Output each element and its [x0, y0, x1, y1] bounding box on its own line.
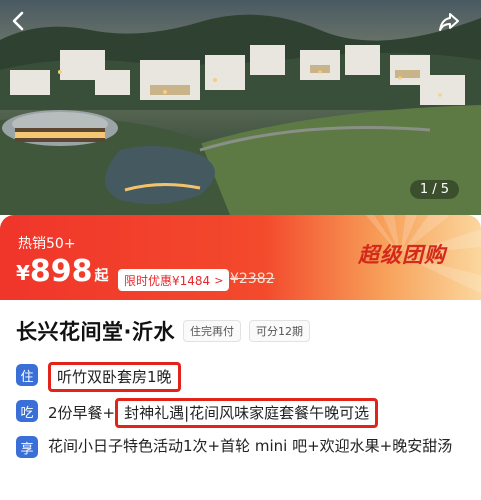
price: ¥ 898 起: [16, 255, 109, 289]
discount-button[interactable]: 限时优惠¥1484 >: [118, 269, 230, 291]
chevron-left-icon: [12, 11, 24, 31]
hotel-photo-carousel[interactable]: 1 / 5: [0, 0, 481, 215]
price-currency: ¥: [16, 261, 30, 285]
tag-pay-after-stay[interactable]: 住完再付: [182, 320, 241, 342]
chevron-right-icon: >: [214, 273, 224, 287]
back-button[interactable]: [8, 10, 44, 46]
share-button[interactable]: [437, 10, 473, 46]
hotel-aerial-photo: [0, 14, 481, 215]
price-unit: 起: [94, 268, 109, 284]
dining-badge: 吃: [16, 400, 38, 422]
dining-breakfast: 2份早餐+: [48, 404, 116, 422]
stay-badge: 住: [16, 364, 38, 386]
dining-package: 封神礼遇|花间风味家庭套餐午晚可选: [115, 398, 379, 428]
list-item-perks: 享 花间小日子特色活动1次+首轮 mini 吧+欢迎水果+晚安甜汤: [16, 434, 466, 458]
perks-description: 花间小日子特色活动1次+首轮 mini 吧+欢迎水果+晚安甜汤: [48, 437, 453, 455]
tag-installments[interactable]: 可分12期: [248, 320, 310, 342]
list-item-stay: 住 听竹双卧套房1晚: [16, 362, 181, 392]
product-details: 长兴花间堂·沂水 住完再付 可分12期 住 听竹双卧套房1晚 吃 2份早餐+ 封神…: [0, 300, 481, 500]
original-price: ¥2382: [230, 271, 275, 287]
price-value: 898: [29, 254, 93, 289]
hotel-title: 长兴花间堂·沂水: [16, 320, 175, 344]
group-buy-label: 超级团购: [358, 243, 446, 267]
hot-sales-label: 热销50+: [18, 236, 76, 252]
perks-badge: 享: [16, 436, 38, 458]
share-icon: [439, 13, 459, 31]
discount-label: 限时优惠¥1484: [124, 273, 211, 288]
image-counter: 1 / 5: [409, 180, 459, 199]
promo-banner: 热销50+ ¥ 898 起 限时优惠¥1484 > ¥2382 超级团购: [0, 215, 481, 300]
list-item-dining: 吃 2份早餐+ 封神礼遇|花间风味家庭套餐午晚可选: [16, 398, 379, 428]
stay-description: 听竹双卧套房1晚: [48, 362, 181, 392]
